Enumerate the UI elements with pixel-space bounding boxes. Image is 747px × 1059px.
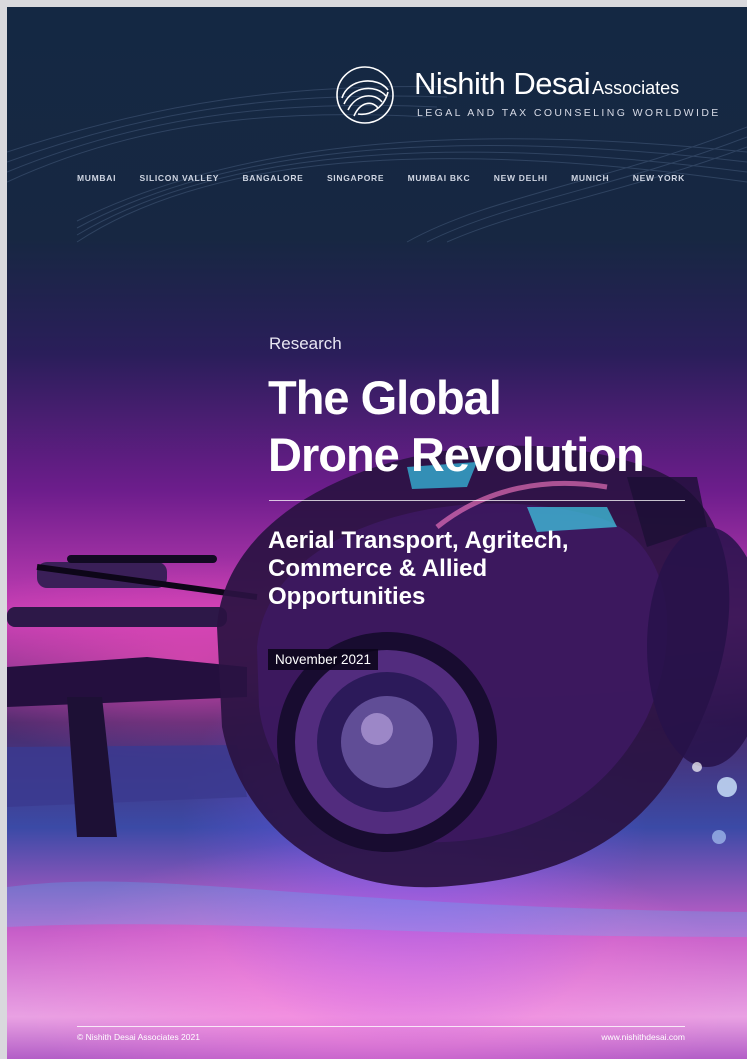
title-line: The Global xyxy=(268,371,502,424)
footer-divider xyxy=(77,1026,685,1027)
city-label: MUMBAI BKC xyxy=(407,173,471,183)
cover-subtitle: Aerial Transport, Agritech, Commerce & A… xyxy=(268,527,688,611)
report-cover: Nishith Desai Associates LEGAL AND TAX CO… xyxy=(7,7,747,1059)
city-label: MUNICH xyxy=(571,173,610,183)
publication-date: November 2021 xyxy=(268,649,379,670)
city-label: NEW DELHI xyxy=(493,173,548,183)
city-label: NEW YORK xyxy=(632,173,685,183)
logo-swirl-icon xyxy=(336,66,394,124)
brand-logo: Nishith Desai Associates LEGAL AND TAX CO… xyxy=(334,62,718,134)
title-line: Drone Revolution xyxy=(268,428,645,481)
category-label: Research xyxy=(269,334,342,353)
office-locations: MUMBAI SILICON VALLEY BANGALORE SINGAPOR… xyxy=(77,173,685,183)
city-label: SILICON VALLEY xyxy=(139,173,220,183)
brand-suffix: Associates xyxy=(592,78,680,98)
website-link[interactable]: www.nishithdesai.com xyxy=(601,1032,685,1042)
title-divider xyxy=(269,500,685,501)
brand-name: Nishith Desai Associates xyxy=(414,66,680,101)
subtitle-line: Opportunities xyxy=(268,583,426,610)
city-label: SINGAPORE xyxy=(326,173,385,183)
city-label: MUMBAI xyxy=(77,173,117,183)
copyright-text: © Nishith Desai Associates 2021 xyxy=(77,1032,200,1042)
subtitle-line: Aerial Transport, Agritech, xyxy=(268,527,569,554)
subtitle-line: Commerce & Allied xyxy=(268,555,488,582)
city-label: BANGALORE xyxy=(242,173,304,183)
cover-title: The Global Drone Revolution xyxy=(268,369,708,483)
brand-tagline: LEGAL AND TAX COUNSELING WORLDWIDE xyxy=(417,107,721,119)
